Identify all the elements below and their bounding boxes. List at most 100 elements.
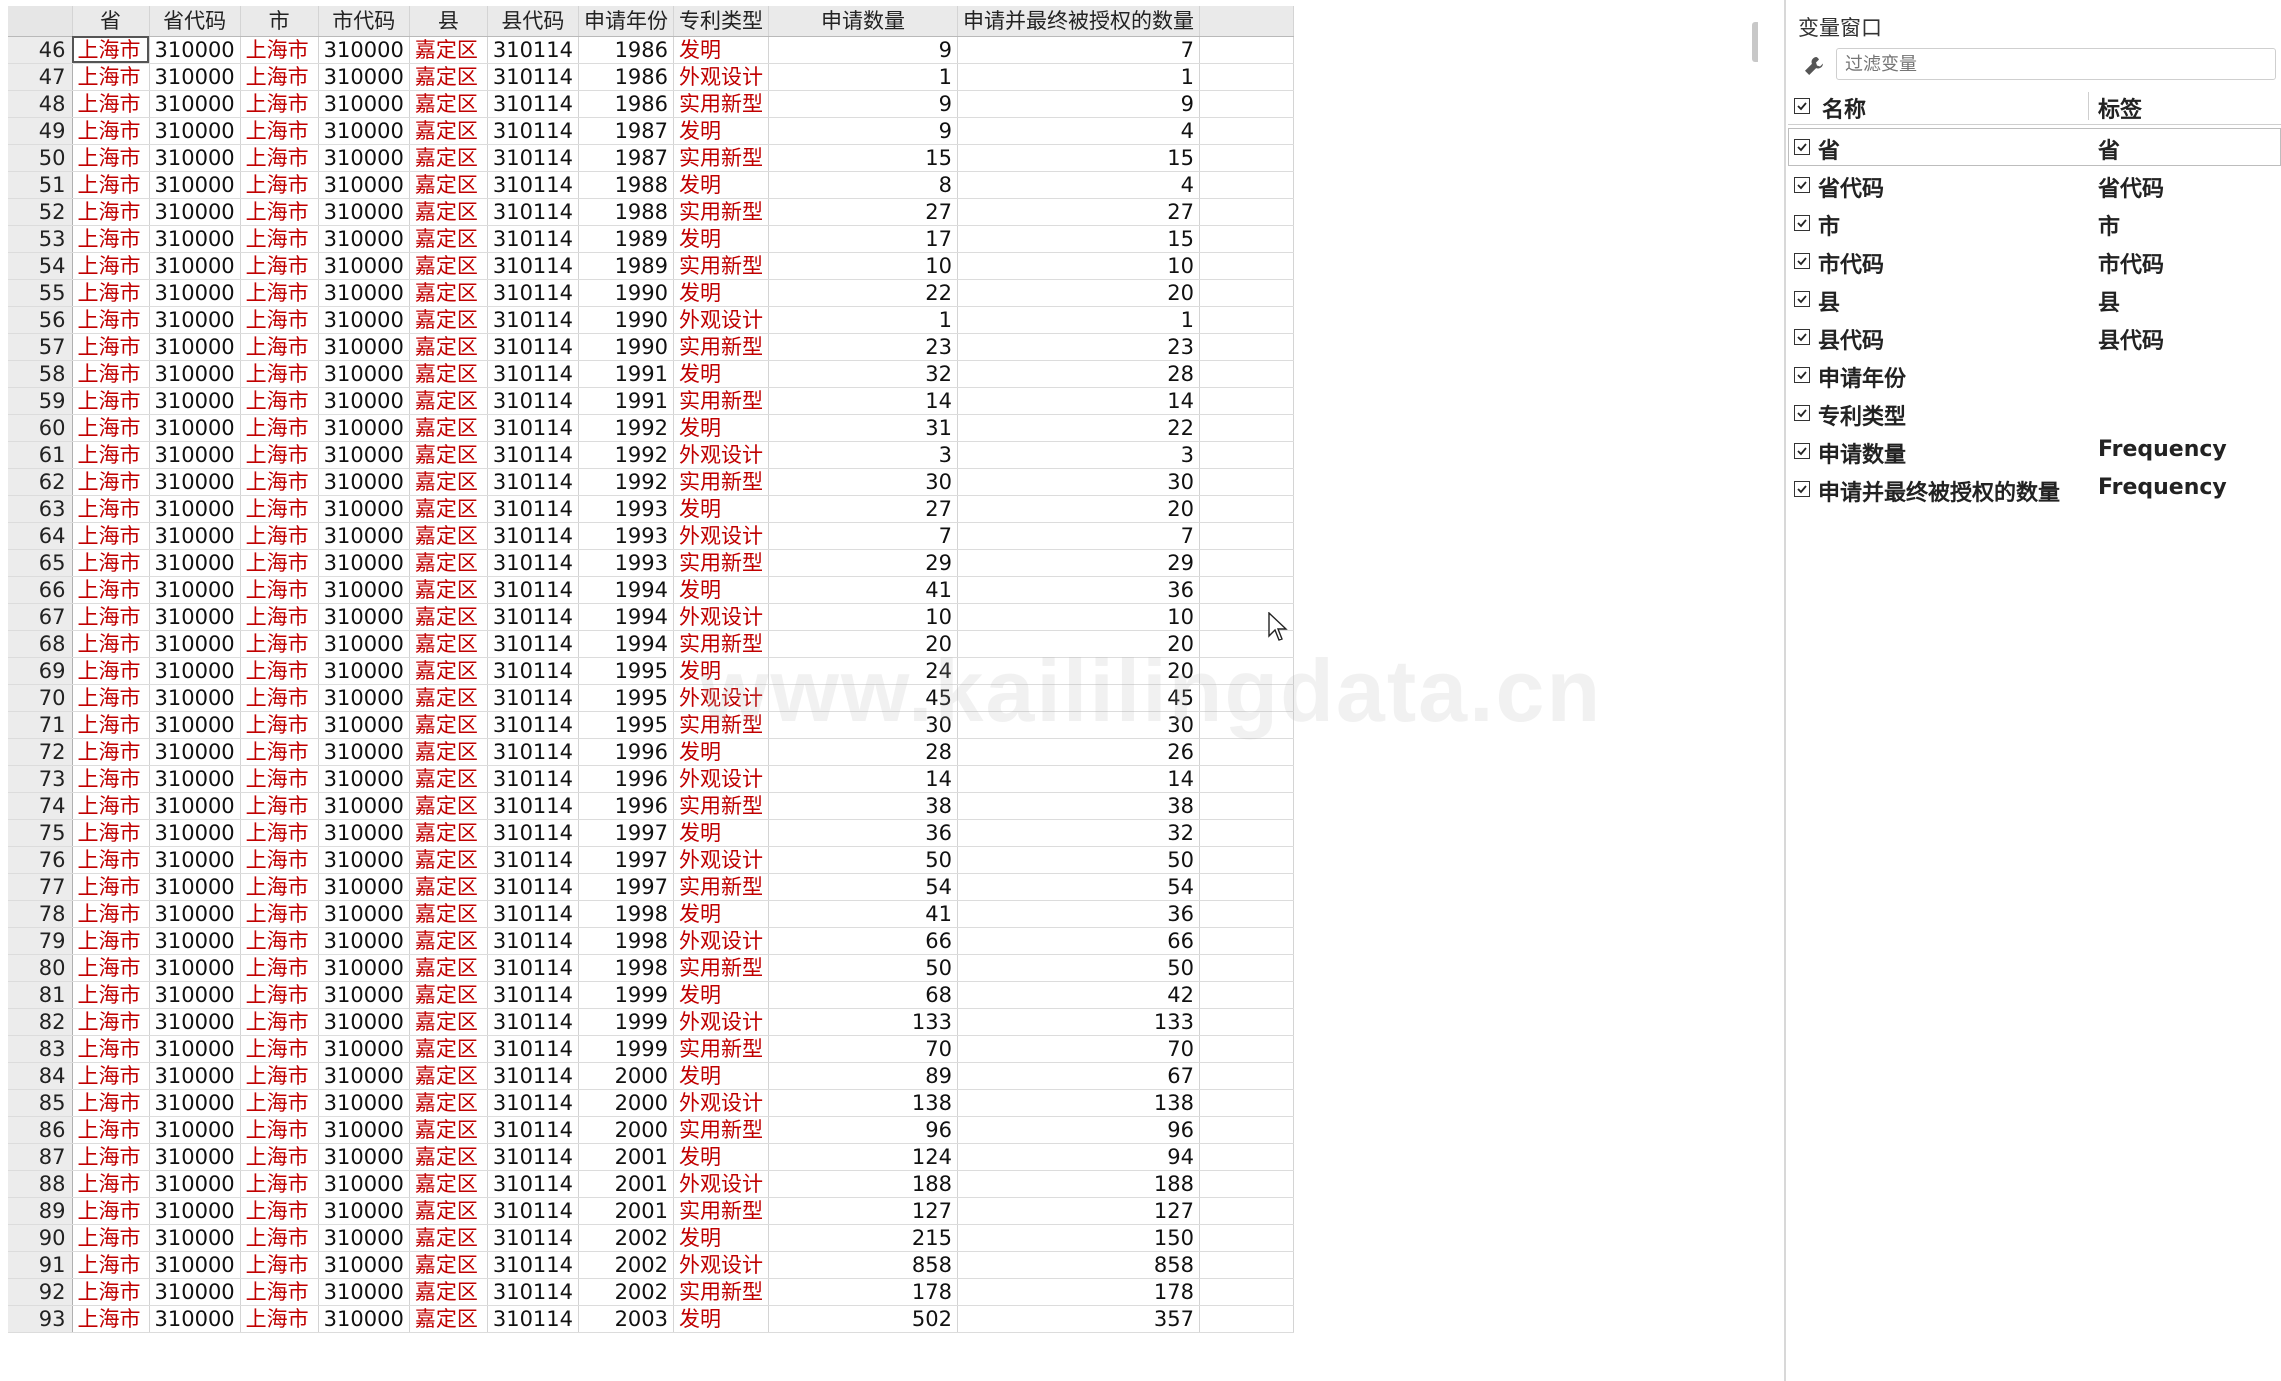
table-cell[interactable]: 310114 (487, 1116, 580, 1144)
table-cell[interactable]: 嘉定区 (409, 1224, 488, 1252)
table-cell-empty[interactable] (1199, 468, 1295, 496)
table-cell[interactable]: 上海市 (240, 1008, 319, 1036)
table-cell[interactable]: 29 (768, 549, 959, 577)
table-cell[interactable]: 310000 (149, 468, 241, 496)
table-cell[interactable]: 嘉定区 (409, 1089, 488, 1117)
table-cell[interactable]: 实用新型 (673, 1197, 770, 1225)
table-cell[interactable]: 发明 (673, 1224, 770, 1252)
table-cell[interactable]: 310000 (149, 819, 241, 847)
table-cell[interactable]: 310000 (318, 900, 410, 928)
table-cell[interactable]: 嘉定区 (409, 630, 488, 658)
table-cell[interactable]: 310000 (149, 603, 241, 631)
table-cell[interactable]: 发明 (673, 495, 770, 523)
row-number[interactable]: 79 (8, 927, 73, 955)
table-cell-empty[interactable] (1199, 576, 1295, 604)
table-cell[interactable]: 310000 (149, 738, 241, 766)
table-cell[interactable]: 310000 (318, 711, 410, 739)
table-cell[interactable]: 1990 (578, 279, 675, 307)
table-cell-empty[interactable] (1199, 117, 1295, 145)
table-cell[interactable]: 127 (768, 1197, 959, 1225)
table-cell[interactable]: 上海市 (72, 927, 150, 955)
table-cell[interactable]: 实用新型 (673, 387, 770, 415)
table-cell[interactable]: 上海市 (240, 414, 319, 442)
table-cell[interactable]: 2001 (578, 1143, 675, 1171)
table-cell[interactable]: 上海市 (72, 36, 150, 64)
table-cell[interactable]: 4 (957, 117, 1201, 145)
row-number[interactable]: 91 (8, 1251, 73, 1279)
table-cell[interactable]: 310000 (318, 1278, 410, 1306)
table-cell-empty[interactable] (1199, 846, 1295, 874)
table-cell[interactable]: 上海市 (72, 414, 150, 442)
table-cell[interactable]: 上海市 (72, 1035, 150, 1063)
table-cell[interactable]: 23 (768, 333, 959, 361)
row-number[interactable]: 62 (8, 468, 73, 496)
table-cell[interactable]: 上海市 (72, 441, 150, 469)
table-cell[interactable]: 2001 (578, 1197, 675, 1225)
table-cell[interactable]: 上海市 (240, 1224, 319, 1252)
table-cell[interactable]: 50 (957, 846, 1201, 874)
row-number[interactable]: 74 (8, 792, 73, 820)
variable-row[interactable]: 申请并最终被授权的数量 Frequency (1788, 470, 2281, 508)
table-cell[interactable]: 94 (957, 1143, 1201, 1171)
table-cell[interactable]: 1999 (578, 1008, 675, 1036)
table-cell[interactable]: 310000 (149, 711, 241, 739)
table-cell[interactable]: 1991 (578, 387, 675, 415)
table-cell[interactable]: 嘉定区 (409, 657, 488, 685)
table-cell[interactable]: 嘉定区 (409, 306, 488, 334)
table-cell[interactable]: 310000 (318, 117, 410, 145)
table-cell[interactable]: 上海市 (240, 360, 319, 388)
table-cell[interactable]: 310114 (487, 738, 580, 766)
table-cell[interactable]: 310000 (318, 1089, 410, 1117)
table-cell[interactable]: 20 (957, 630, 1201, 658)
table-cell[interactable]: 138 (957, 1089, 1201, 1117)
table-cell[interactable]: 310000 (318, 198, 410, 226)
table-cell[interactable]: 215 (768, 1224, 959, 1252)
table-cell[interactable]: 20 (957, 279, 1201, 307)
table-cell[interactable]: 上海市 (240, 1278, 319, 1306)
table-cell[interactable]: 9 (957, 90, 1201, 118)
table-cell[interactable]: 54 (768, 873, 959, 901)
table-cell[interactable]: 上海市 (72, 171, 150, 199)
table-cell[interactable]: 上海市 (72, 873, 150, 901)
table-cell[interactable]: 上海市 (240, 765, 319, 793)
row-number[interactable]: 55 (8, 279, 73, 307)
table-cell[interactable]: 1987 (578, 144, 675, 172)
column-header[interactable]: 县代码 (487, 6, 580, 37)
table-cell-empty[interactable] (1199, 1089, 1295, 1117)
table-cell-empty[interactable] (1199, 1143, 1295, 1171)
table-cell[interactable]: 310000 (318, 414, 410, 442)
row-number[interactable]: 85 (8, 1089, 73, 1117)
corner-header[interactable] (8, 6, 73, 37)
table-cell[interactable]: 嘉定区 (409, 738, 488, 766)
table-cell[interactable]: 2002 (578, 1251, 675, 1279)
table-cell[interactable]: 310114 (487, 792, 580, 820)
table-cell[interactable]: 嘉定区 (409, 549, 488, 577)
table-cell[interactable]: 29 (957, 549, 1201, 577)
table-cell[interactable]: 上海市 (240, 36, 319, 64)
table-cell[interactable]: 310000 (318, 252, 410, 280)
table-cell[interactable]: 310000 (318, 1035, 410, 1063)
table-cell[interactable]: 上海市 (240, 90, 319, 118)
table-cell[interactable]: 上海市 (72, 954, 150, 982)
table-cell[interactable]: 310114 (487, 36, 580, 64)
table-cell[interactable]: 上海市 (72, 549, 150, 577)
table-cell[interactable]: 310000 (318, 63, 410, 91)
column-header[interactable]: 申请并最终被授权的数量 (957, 6, 1201, 37)
row-number[interactable]: 48 (8, 90, 73, 118)
table-cell[interactable]: 310114 (487, 630, 580, 658)
table-cell[interactable]: 32 (768, 360, 959, 388)
table-cell[interactable]: 1 (957, 63, 1201, 91)
table-cell[interactable]: 310114 (487, 1305, 580, 1333)
table-cell[interactable]: 上海市 (240, 1170, 319, 1198)
table-cell[interactable]: 外观设计 (673, 1089, 770, 1117)
table-cell-empty[interactable] (1199, 1035, 1295, 1063)
table-cell-empty[interactable] (1199, 90, 1295, 118)
table-cell-empty[interactable] (1199, 819, 1295, 847)
row-number[interactable]: 77 (8, 873, 73, 901)
table-cell[interactable]: 310000 (149, 873, 241, 901)
table-cell[interactable]: 实用新型 (673, 1278, 770, 1306)
table-cell[interactable]: 上海市 (72, 1143, 150, 1171)
table-cell[interactable]: 1986 (578, 90, 675, 118)
table-cell[interactable]: 30 (957, 468, 1201, 496)
table-cell[interactable]: 发明 (673, 117, 770, 145)
